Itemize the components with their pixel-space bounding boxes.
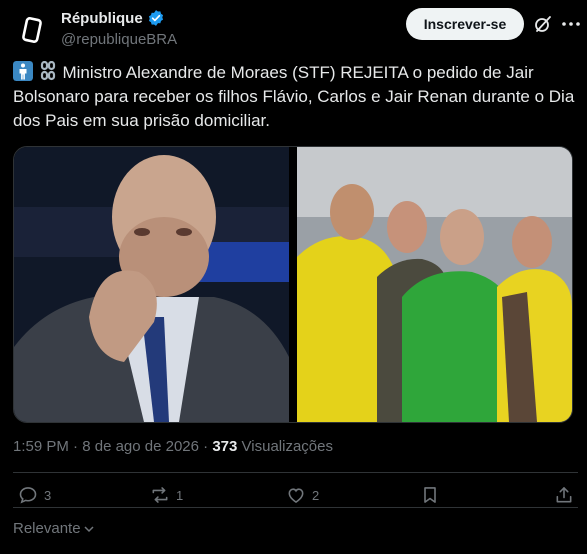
avatar[interactable]	[13, 10, 53, 50]
sort-dropdown[interactable]: Relevante	[13, 520, 95, 537]
tweet-time[interactable]: 1:59 PM	[13, 438, 69, 455]
republique-logo-icon	[22, 17, 42, 43]
moraes-photo-image	[14, 147, 289, 422]
tweet-meta: 1:59 PM · 8 de ago de 2026 · 373 Visuali…	[13, 438, 333, 455]
media-grid	[13, 146, 573, 423]
like-count: 2	[312, 487, 320, 503]
photo-bolsonaro-family[interactable]	[297, 147, 572, 422]
like-button[interactable]: 2	[286, 485, 319, 505]
meta-separator: ·	[73, 438, 79, 455]
author-handle[interactable]: @republiqueBRA	[61, 31, 177, 48]
divider	[13, 507, 578, 508]
heart-icon	[288, 488, 304, 504]
person-standing-icon	[13, 61, 33, 81]
bookmark-icon	[424, 487, 436, 503]
author-name-row: République	[61, 9, 165, 27]
photo-moraes[interactable]	[14, 147, 289, 422]
bookmark-button[interactable]	[420, 485, 440, 505]
author-display-name[interactable]: République	[61, 10, 143, 27]
chain-links-icon	[40, 61, 55, 81]
reply-button[interactable]: 3	[18, 485, 51, 505]
views-count: 373	[212, 438, 238, 455]
repost-count: 1	[176, 487, 184, 503]
reply-icon	[19, 487, 37, 504]
reply-count: 3	[44, 487, 52, 503]
subscribe-button[interactable]: Inscrever-se	[406, 8, 524, 40]
tweet-text-container: Ministro Alexandre de Moraes (STF) REJEI…	[13, 61, 578, 133]
repost-button[interactable]: 1	[150, 485, 183, 505]
divider	[13, 472, 578, 473]
bolsonaro-family-photo-image	[297, 147, 572, 422]
sort-label: Relevante	[13, 520, 81, 537]
verified-badge-icon	[148, 10, 163, 26]
share-button[interactable]	[554, 485, 574, 505]
tweet-text: Ministro Alexandre de Moraes (STF) REJEI…	[13, 63, 575, 130]
views-label: Visualizações	[241, 438, 333, 455]
repost-icon	[152, 487, 168, 503]
meta-separator: ·	[203, 438, 209, 455]
tweet-date[interactable]: 8 de ago de 2026	[82, 438, 199, 455]
more-options-icon[interactable]	[561, 14, 581, 34]
grok-icon[interactable]	[533, 14, 553, 34]
share-icon	[556, 487, 572, 503]
chevron-down-icon	[84, 525, 94, 532]
